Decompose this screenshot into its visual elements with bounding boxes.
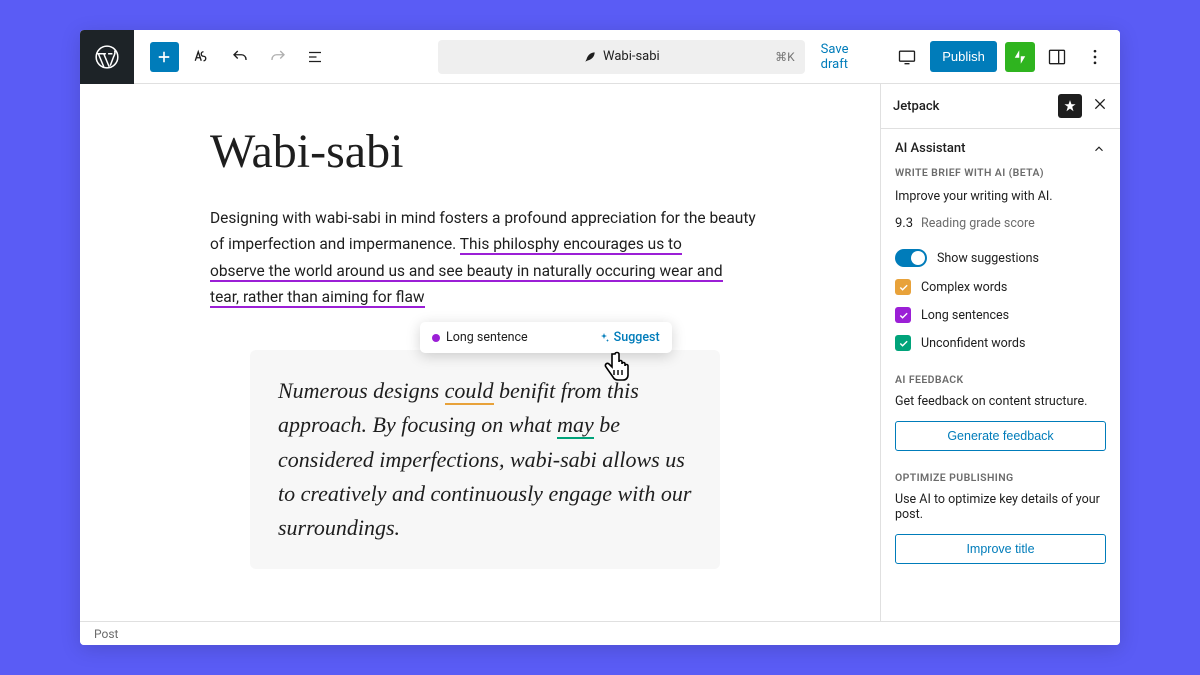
document-title-pill[interactable]: Wabi-sabi ⌘K bbox=[438, 40, 805, 74]
keyboard-shortcut: ⌘K bbox=[775, 50, 795, 64]
ai-feedback-heading: AI FEEDBACK bbox=[895, 371, 1106, 394]
quote-block[interactable]: Numerous designs could benifit from this… bbox=[250, 350, 720, 568]
paragraph-block[interactable]: Designing with wabi-sabi in mind fosters… bbox=[210, 205, 770, 310]
chevron-up-icon bbox=[1092, 142, 1106, 156]
suggest-button[interactable]: Suggest bbox=[598, 330, 660, 345]
editor-window: Wabi-sabi ⌘K Save draft Publish Wabi-sab… bbox=[80, 30, 1120, 645]
editor-canvas[interactable]: Wabi-sabi Designing with wabi-sabi in mi… bbox=[80, 84, 880, 621]
sidebar-toggle-icon[interactable] bbox=[1043, 42, 1073, 72]
complex-words-row: Complex words bbox=[881, 273, 1120, 301]
star-icon[interactable] bbox=[1058, 94, 1082, 118]
write-brief-desc: Improve your writing with AI. bbox=[881, 187, 1120, 212]
section-label: AI Assistant bbox=[895, 141, 965, 156]
unconfident-words-checkbox[interactable] bbox=[895, 335, 911, 351]
quote-text: Numerous designs bbox=[278, 378, 445, 403]
unconfident-words-row: Unconfident words bbox=[881, 329, 1120, 357]
complex-word-underline: could bbox=[445, 378, 494, 405]
sidebar-header: Jetpack bbox=[881, 84, 1120, 129]
document-title: Wabi-sabi bbox=[603, 49, 660, 64]
undo-icon[interactable] bbox=[225, 42, 255, 72]
unconfident-word-underline: may bbox=[557, 412, 594, 439]
long-sentence-underline: observe the world around us and see beau… bbox=[210, 262, 723, 282]
suggest-label: Suggest bbox=[614, 330, 660, 345]
toggle-label: Show suggestions bbox=[937, 251, 1039, 266]
save-draft-link[interactable]: Save draft bbox=[821, 42, 879, 72]
long-sentence-underline: tear, rather than aiming for flaw bbox=[210, 288, 425, 308]
panel-title: Jetpack bbox=[893, 99, 939, 114]
suggestion-type: Long sentence bbox=[432, 330, 528, 345]
optimize-publishing-desc: Use AI to optimize key details of your p… bbox=[895, 492, 1106, 522]
generate-feedback-button[interactable]: Generate feedback bbox=[895, 421, 1106, 451]
feather-icon bbox=[583, 50, 597, 64]
optimize-publishing-heading: OPTIMIZE PUBLISHING bbox=[895, 469, 1106, 492]
long-sentences-checkbox[interactable] bbox=[895, 307, 911, 323]
long-sentences-row: Long sentences bbox=[881, 301, 1120, 329]
wordpress-logo[interactable] bbox=[80, 30, 134, 84]
reading-score-label: Reading grade score bbox=[921, 216, 1035, 231]
breadcrumb[interactable]: Post bbox=[94, 627, 118, 641]
complex-words-checkbox[interactable] bbox=[895, 279, 911, 295]
top-toolbar: Wabi-sabi ⌘K Save draft Publish bbox=[80, 30, 1120, 84]
main-area: Wabi-sabi Designing with wabi-sabi in mi… bbox=[80, 84, 1120, 621]
editor-footer: Post bbox=[80, 621, 1120, 645]
long-sentence-underline: This philosphy encourages us to bbox=[460, 235, 682, 255]
checkbox-label: Unconfident words bbox=[921, 336, 1025, 351]
show-suggestions-toggle[interactable] bbox=[895, 249, 927, 267]
show-suggestions-row: Show suggestions bbox=[881, 243, 1120, 273]
publish-button[interactable]: Publish bbox=[930, 41, 997, 72]
dot-icon bbox=[432, 334, 440, 342]
suggestion-label: Long sentence bbox=[446, 330, 528, 345]
edit-mode-icon[interactable] bbox=[187, 42, 217, 72]
jetpack-icon[interactable] bbox=[1005, 42, 1035, 72]
sparkle-icon bbox=[598, 332, 610, 344]
reading-score-row: 9.3 Reading grade score bbox=[881, 212, 1120, 243]
improve-title-button[interactable]: Improve title bbox=[895, 534, 1106, 564]
more-options-icon[interactable] bbox=[1080, 42, 1110, 72]
ai-assistant-section-header[interactable]: AI Assistant bbox=[881, 129, 1120, 164]
document-outline-icon[interactable] bbox=[300, 42, 330, 72]
preview-icon[interactable] bbox=[892, 42, 922, 72]
reading-score-value: 9.3 bbox=[895, 216, 913, 231]
checkbox-label: Complex words bbox=[921, 280, 1007, 295]
suggestion-popover: Long sentence Suggest bbox=[420, 322, 672, 353]
checkbox-label: Long sentences bbox=[921, 308, 1009, 323]
post-title[interactable]: Wabi-sabi bbox=[210, 124, 770, 179]
close-icon[interactable] bbox=[1092, 96, 1108, 116]
settings-sidebar: Jetpack AI Assistant WRITE BRIEF WITH AI… bbox=[880, 84, 1120, 621]
write-brief-heading: WRITE BRIEF WITH AI (BETA) bbox=[881, 164, 1120, 187]
ai-feedback-desc: Get feedback on content structure. bbox=[895, 394, 1106, 409]
redo-icon[interactable] bbox=[263, 42, 293, 72]
add-block-button[interactable] bbox=[150, 42, 180, 72]
